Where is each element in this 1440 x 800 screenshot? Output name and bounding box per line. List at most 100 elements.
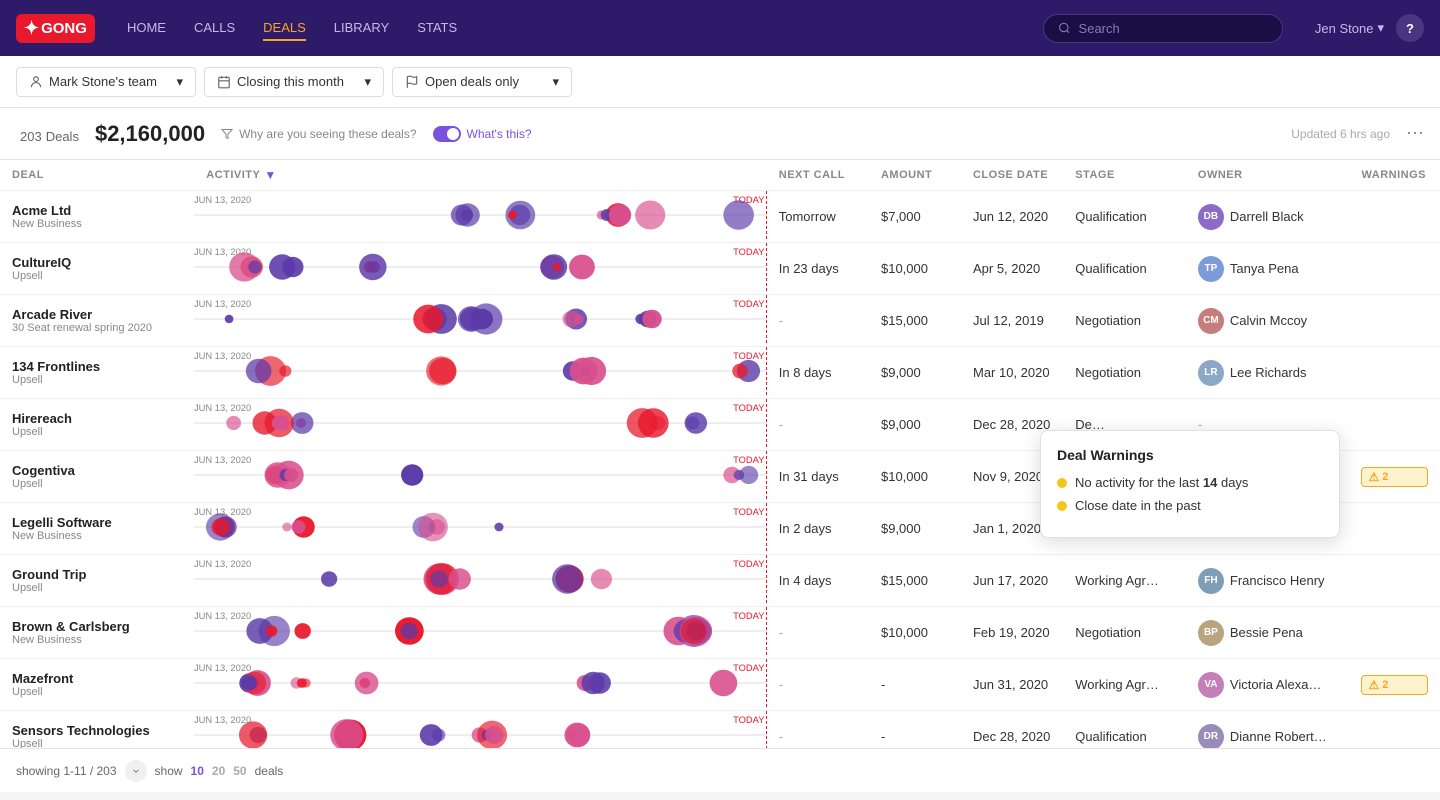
owner-info: DBDarrell Black bbox=[1198, 204, 1338, 230]
whats-this[interactable]: What's this? bbox=[433, 126, 532, 142]
deal-cell: Acme LtdNew Business bbox=[0, 191, 194, 243]
deal-cell: Sensors TechnologiesUpsell bbox=[0, 711, 194, 749]
updated-text: Updated 6 hrs ago bbox=[1291, 127, 1390, 141]
owner-cell: BPBessie Pena bbox=[1186, 607, 1350, 659]
popup-item-2-text: Close date in the past bbox=[1075, 498, 1201, 513]
amount-cell: $9,000 bbox=[869, 399, 961, 451]
col-owner: OWNER bbox=[1186, 160, 1350, 191]
owner-name: Victoria Alexa… bbox=[1230, 677, 1322, 692]
deal-name: Cogentiva bbox=[12, 463, 182, 478]
table-row[interactable]: MazefrontUpsellJUN 13, 2020TODAY--Jun 31… bbox=[0, 659, 1440, 711]
avatar: FH bbox=[1198, 568, 1224, 594]
warnings-cell bbox=[1349, 295, 1440, 347]
next-call-cell: - bbox=[767, 659, 869, 711]
next-call-cell: - bbox=[767, 399, 869, 451]
close-date-cell: Jun 31, 2020 bbox=[961, 659, 1063, 711]
team-filter[interactable]: Mark Stone's team ▾ bbox=[16, 67, 196, 97]
warning-icon: ⚠ bbox=[1368, 678, 1379, 692]
owner-info: VA Victoria Alexa… bbox=[1198, 672, 1338, 698]
table-row[interactable]: Ground TripUpsellJUN 13, 2020TODAYIn 4 d… bbox=[0, 555, 1440, 607]
showing-text: showing 1-11 / 203 bbox=[16, 764, 117, 778]
nav-right: Jen Stone ▾ ? bbox=[1315, 14, 1424, 42]
activity-cell: JUN 13, 2020TODAY bbox=[194, 295, 767, 347]
svg-text:TODAY: TODAY bbox=[733, 611, 764, 621]
show-20-button[interactable]: 20 bbox=[212, 764, 225, 778]
table-row[interactable]: 134 FrontlinesUpsellJUN 13, 2020TODAYIn … bbox=[0, 347, 1440, 399]
amount-cell: - bbox=[869, 711, 961, 749]
team-filter-chevron: ▾ bbox=[176, 74, 183, 90]
show-10-button[interactable]: 10 bbox=[191, 764, 204, 778]
table-row[interactable]: Arcade River30 Seat renewal spring 2020J… bbox=[0, 295, 1440, 347]
table-row[interactable]: Acme LtdNew BusinessJUN 13, 2020TODAYTom… bbox=[0, 191, 1440, 243]
deal-cell: CultureIQUpsell bbox=[0, 243, 194, 295]
owner-info: FH Francisco Henry bbox=[1198, 568, 1338, 594]
nav-calls[interactable]: CALLS bbox=[194, 16, 235, 41]
deal-name: Brown & Carlsberg bbox=[12, 619, 182, 634]
owner-info: LRLee Richards bbox=[1198, 360, 1338, 386]
amount-cell: $10,000 bbox=[869, 607, 961, 659]
search-container bbox=[1043, 14, 1283, 43]
nav-stats[interactable]: STATS bbox=[417, 16, 457, 41]
activity-filter-icon[interactable]: ▼ bbox=[264, 168, 276, 182]
avatar: CM bbox=[1198, 308, 1224, 334]
table-row[interactable]: CultureIQUpsellJUN 13, 2020TODAYIn 23 da… bbox=[0, 243, 1440, 295]
deal-cell: Ground TripUpsell bbox=[0, 555, 194, 607]
warnings-cell bbox=[1349, 503, 1440, 555]
closing-filter[interactable]: Closing this month ▾ bbox=[204, 67, 384, 97]
col-deal: DEAL bbox=[0, 160, 194, 191]
warning-badge[interactable]: ⚠2 bbox=[1361, 467, 1428, 487]
deal-type: Upsell bbox=[12, 270, 182, 282]
table-footer: showing 1-11 / 203 show 10 20 50 deals bbox=[0, 748, 1440, 792]
deal-name: Sensors Technologies bbox=[12, 723, 182, 738]
activity-cell: JUN 13, 2020TODAY bbox=[194, 503, 767, 555]
user-menu[interactable]: Jen Stone ▾ bbox=[1315, 20, 1384, 36]
nav-deals[interactable]: DEALS bbox=[263, 16, 306, 41]
show-50-button[interactable]: 50 bbox=[233, 764, 246, 778]
more-options-button[interactable]: ⋯ bbox=[1406, 123, 1424, 144]
logo-badge: ✦ GONG bbox=[16, 14, 95, 43]
owner-info: TPTanya Pena bbox=[1198, 256, 1338, 282]
activity-cell: JUN 13, 2020TODAY bbox=[194, 607, 767, 659]
search-input[interactable] bbox=[1079, 21, 1268, 36]
stats-bar: 203Deals $2,160,000 Why are you seeing t… bbox=[0, 108, 1440, 160]
deal-type: Upsell bbox=[12, 478, 182, 490]
navigation: ✦ GONG HOME CALLS DEALS LIBRARY STATS Je… bbox=[0, 0, 1440, 56]
status-filter[interactable]: Open deals only ▾ bbox=[392, 67, 572, 97]
svg-text:TODAY: TODAY bbox=[733, 299, 764, 309]
nav-home[interactable]: HOME bbox=[127, 16, 166, 41]
svg-text:JUN 13, 2020: JUN 13, 2020 bbox=[194, 195, 251, 205]
nav-library[interactable]: LIBRARY bbox=[334, 16, 389, 41]
warnings-popup: Deal Warnings No activity for the last 1… bbox=[1040, 430, 1340, 538]
closing-filter-chevron: ▾ bbox=[364, 74, 371, 90]
deals-footer-label: deals bbox=[255, 764, 284, 778]
next-call-cell: In 4 days bbox=[767, 555, 869, 607]
table-row[interactable]: Sensors TechnologiesUpsellJUN 13, 2020TO… bbox=[0, 711, 1440, 749]
deal-type: Upsell bbox=[12, 374, 182, 386]
table-row[interactable]: Brown & CarlsbergNew Business JUN 13, 202… bbox=[0, 607, 1440, 659]
expand-button[interactable] bbox=[125, 760, 147, 782]
col-next-call: NEXT CALL bbox=[767, 160, 869, 191]
deal-type: Upsell bbox=[12, 582, 182, 594]
avatar: VA bbox=[1198, 672, 1224, 698]
warnings-cell bbox=[1349, 243, 1440, 295]
deal-type: New Business bbox=[12, 634, 182, 646]
deal-type: New Business bbox=[12, 218, 182, 230]
warnings-cell: ⚠2 bbox=[1349, 451, 1440, 503]
avatar: DR bbox=[1198, 724, 1224, 749]
svg-text:JUN 13, 2020: JUN 13, 2020 bbox=[194, 351, 251, 361]
warning-count: 2 bbox=[1382, 471, 1388, 483]
stage-cell: Qualification bbox=[1063, 711, 1186, 749]
deal-type: Upsell bbox=[12, 686, 182, 698]
deal-name: Hirereach bbox=[12, 411, 182, 426]
svg-text:TODAY: TODAY bbox=[733, 507, 764, 517]
deal-count: 203Deals bbox=[16, 121, 79, 147]
help-button[interactable]: ? bbox=[1396, 14, 1424, 42]
warning-badge[interactable]: ⚠2 bbox=[1361, 675, 1428, 695]
owner-name: Francisco Henry bbox=[1230, 573, 1325, 588]
warning-count: 2 bbox=[1382, 679, 1388, 691]
amount-cell: $10,000 bbox=[869, 451, 961, 503]
filter-info[interactable]: Why are you seeing these deals? bbox=[221, 127, 416, 141]
stage-cell: Working Agr… bbox=[1063, 659, 1186, 711]
close-date-cell: Jul 12, 2019 bbox=[961, 295, 1063, 347]
toggle[interactable] bbox=[433, 126, 461, 142]
